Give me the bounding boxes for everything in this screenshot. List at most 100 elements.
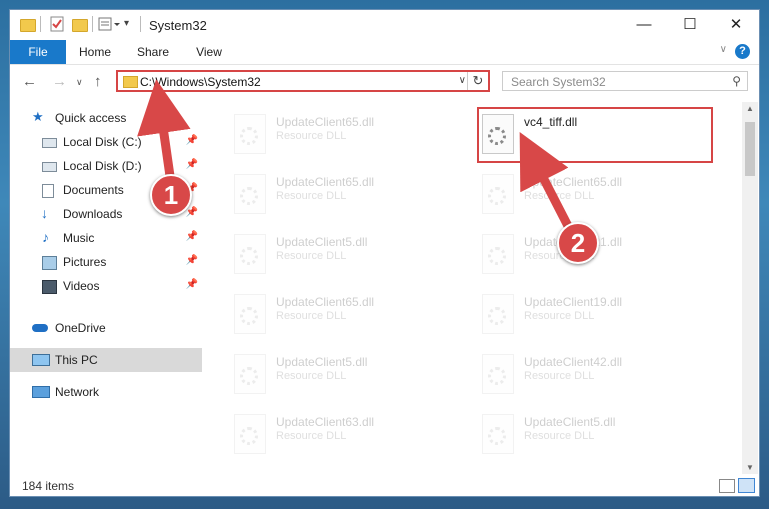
sidebar-item-label: Music: [63, 231, 95, 245]
file-name: UpdateClient5.dll: [276, 235, 368, 249]
search-placeholder: Search System32: [511, 75, 606, 89]
chevron-down-icon[interactable]: ▾: [124, 18, 129, 36]
customize-toolbar-icon[interactable]: [98, 16, 120, 34]
scroll-up-icon[interactable]: ▲: [746, 104, 754, 113]
dll-file-icon: [482, 354, 514, 394]
sidebar-item-network[interactable]: Network: [10, 380, 202, 404]
minimize-button[interactable]: —: [621, 10, 667, 40]
file-type: Resource DLL: [524, 190, 595, 202]
back-arrow-icon[interactable]: ←: [22, 73, 37, 90]
pin-icon[interactable]: 📌: [186, 255, 198, 266]
pin-icon[interactable]: 📌: [186, 231, 198, 242]
onedrive-cloud-icon: [32, 324, 48, 332]
sidebar-item-label: Local Disk (D:): [63, 159, 142, 173]
folder-icon: [123, 76, 138, 88]
title-bar: ▾ System32 — ☐ ✕: [10, 10, 759, 40]
file-type: Resource DLL: [524, 310, 595, 322]
file-item[interactable]: UpdateClient65.dll Resource DLL: [210, 170, 430, 226]
recent-locations-chevron-icon[interactable]: ∨: [76, 77, 83, 88]
dll-file-icon: [234, 414, 266, 454]
sidebar-item-label: Network: [55, 385, 100, 399]
drive-icon: [42, 138, 57, 148]
pin-icon[interactable]: 📌: [186, 279, 198, 290]
dll-file-icon: [234, 354, 266, 394]
expand-ribbon-icon[interactable]: ∨: [720, 44, 727, 55]
details-view-icon[interactable]: [719, 479, 735, 493]
ribbon-tabs: File Home Share View ∨ ?: [10, 40, 759, 65]
vertical-scrollbar[interactable]: ▲ ▼: [742, 102, 758, 474]
file-item[interactable]: UpdateClient65.dll Resource DLL: [458, 170, 678, 226]
navigation-pane: ★ Quick access Local Disk (C:) 📌 Local D…: [10, 102, 206, 472]
pictures-icon: [42, 256, 57, 270]
divider: [140, 16, 141, 32]
search-icon[interactable]: ⚲: [732, 74, 741, 88]
documents-icon: [42, 184, 54, 198]
pin-icon[interactable]: 📌: [186, 159, 198, 170]
file-name: UpdateClient65.dll: [276, 115, 375, 129]
forward-arrow-icon[interactable]: →: [52, 73, 67, 90]
file-type: Resource DLL: [524, 370, 595, 382]
downloads-icon: ↓: [41, 205, 48, 221]
file-type: Resource DLL: [276, 190, 347, 202]
file-item[interactable]: UpdateClient63.dll Resource DLL: [210, 410, 430, 466]
window-title: System32: [149, 18, 207, 33]
sidebar-item-local-disk-c[interactable]: Local Disk (C:) 📌: [10, 130, 202, 154]
help-icon[interactable]: ?: [735, 44, 750, 59]
address-bar[interactable]: C:\Windows\System32 ∨ ↻: [116, 70, 490, 92]
pin-icon[interactable]: 📌: [186, 135, 198, 146]
sidebar-item-label: Videos: [63, 279, 100, 293]
file-item[interactable]: UpdateClient65.dll Resource DLL: [210, 110, 430, 166]
dll-file-icon: [482, 414, 514, 454]
step-1-badge: 1: [150, 174, 192, 216]
file-name: UpdateClient19.dll: [524, 295, 623, 309]
sidebar-item-label: Downloads: [63, 207, 123, 221]
close-button[interactable]: ✕: [713, 10, 759, 40]
file-explorer-window: ▾ System32 — ☐ ✕ File Home Share View ∨ …: [9, 9, 760, 497]
up-arrow-icon[interactable]: ↑: [94, 73, 102, 90]
file-name: UpdateClient42.dll: [524, 355, 623, 369]
step-2-badge: 2: [557, 222, 599, 264]
tab-view[interactable]: View: [190, 40, 228, 64]
dll-file-icon: [234, 114, 266, 154]
file-type: Resource DLL: [276, 310, 347, 322]
file-item[interactable]: UpdateClient5.dll Resource DLL: [210, 230, 430, 286]
sidebar-item-this-pc[interactable]: This PC: [10, 348, 202, 372]
sidebar-item-videos[interactable]: Videos 📌: [10, 274, 202, 298]
properties-icon[interactable]: [50, 16, 64, 34]
file-type: Resource DLL: [276, 430, 347, 442]
scroll-thumb[interactable]: [745, 122, 755, 176]
file-item[interactable]: UpdateClient65.dll Resource DLL: [210, 290, 430, 346]
tab-home[interactable]: Home: [74, 40, 116, 64]
sidebar-item-music[interactable]: ♪ Music 📌: [10, 226, 202, 250]
scroll-down-icon[interactable]: ▼: [746, 463, 754, 472]
refresh-icon[interactable]: ↻: [467, 72, 488, 90]
file-name: UpdateClient5.dll: [524, 415, 616, 429]
large-icons-view-icon[interactable]: [738, 478, 755, 493]
dll-file-icon: [234, 174, 266, 214]
sidebar-item-pictures[interactable]: Pictures 📌: [10, 250, 202, 274]
address-path[interactable]: C:\Windows\System32: [140, 75, 261, 89]
file-item[interactable]: UpdateClient5.dll Resource DLL: [458, 410, 678, 466]
file-name: UpdateClient65.dll: [276, 295, 375, 309]
maximize-button[interactable]: ☐: [667, 10, 713, 40]
dll-file-icon: [234, 294, 266, 334]
sidebar-item-label: Pictures: [63, 255, 107, 269]
music-icon: ♪: [42, 229, 49, 245]
tab-file[interactable]: File: [10, 40, 66, 64]
file-item[interactable]: UpdateClient42.dll Resource DLL: [458, 350, 678, 406]
sidebar-item-quick-access[interactable]: ★ Quick access: [10, 106, 202, 130]
star-icon: ★: [32, 109, 44, 124]
sidebar-item-onedrive[interactable]: OneDrive: [10, 316, 202, 340]
tab-share[interactable]: Share: [132, 40, 174, 64]
file-type: Resource DLL: [276, 370, 347, 382]
file-type: Resource DLL: [524, 430, 595, 442]
dll-file-icon: [234, 234, 266, 274]
dll-file-icon: [482, 174, 514, 214]
file-item[interactable]: UpdateClient5.dll Resource DLL: [210, 350, 430, 406]
pin-icon[interactable]: 📌: [186, 207, 198, 218]
chevron-down-icon[interactable]: ∨: [459, 75, 466, 86]
navigation-bar: ← → ∨ ↑ C:\Windows\System32 ∨ ↻ Search S…: [10, 64, 759, 98]
search-input[interactable]: Search System32 ⚲: [502, 71, 748, 91]
file-item[interactable]: UpdateClient19.dll Resource DLL: [458, 290, 678, 346]
status-bar: 184 items: [10, 474, 759, 496]
